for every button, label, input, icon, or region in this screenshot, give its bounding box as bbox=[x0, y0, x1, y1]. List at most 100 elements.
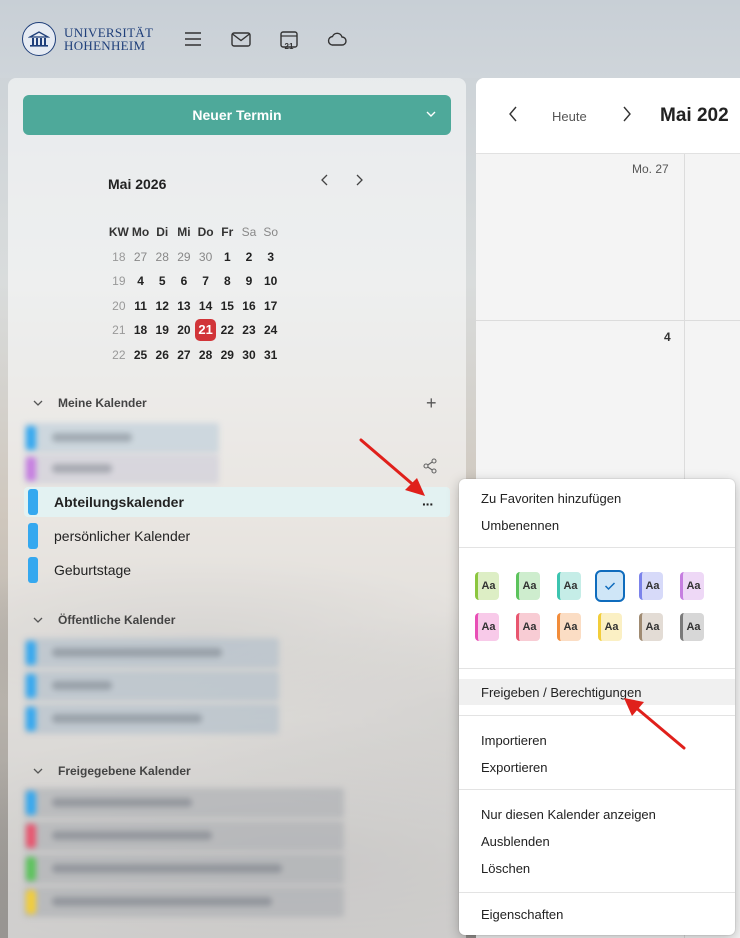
week-number[interactable]: 18 bbox=[108, 250, 130, 264]
week-number[interactable]: 22 bbox=[108, 348, 130, 362]
blurred-calendar-item[interactable] bbox=[24, 887, 344, 917]
color-swatch[interactable]: Aa bbox=[639, 613, 663, 641]
mini-calendar-day[interactable]: 28 bbox=[195, 348, 217, 362]
blurred-calendar-item[interactable] bbox=[24, 638, 279, 668]
color-swatch-selected[interactable] bbox=[595, 570, 625, 602]
day-cell-label[interactable]: 4 bbox=[664, 330, 671, 344]
mail-icon[interactable] bbox=[228, 28, 254, 50]
mini-calendar-day[interactable]: 22 bbox=[216, 323, 238, 337]
chevron-down-icon[interactable] bbox=[32, 398, 44, 408]
blurred-calendar-item[interactable] bbox=[24, 704, 279, 734]
mini-calendar-day[interactable]: 15 bbox=[216, 299, 238, 313]
section-my-calendars[interactable]: Meine Kalender bbox=[32, 396, 147, 410]
next-period-icon[interactable] bbox=[622, 106, 632, 125]
share-icon[interactable] bbox=[422, 458, 438, 477]
mini-calendar-day[interactable]: 2 bbox=[238, 250, 260, 264]
mini-calendar-day[interactable]: 17 bbox=[260, 299, 282, 313]
menu-item-add-favorite[interactable]: Zu Favoriten hinzufügen bbox=[481, 491, 621, 506]
calendar-toolbar: Heute Mai 202 bbox=[476, 78, 740, 154]
mini-calendar-week-row: 21 18 19 20 21 22 23 24 bbox=[108, 318, 282, 343]
week-number[interactable]: 20 bbox=[108, 299, 130, 313]
mini-calendar-day[interactable]: 12 bbox=[151, 299, 173, 313]
blurred-calendar-item[interactable] bbox=[24, 671, 279, 701]
blurred-calendar-item[interactable] bbox=[24, 788, 344, 818]
mini-calendar-day[interactable]: 16 bbox=[238, 299, 260, 313]
mini-calendar-day[interactable]: 9 bbox=[238, 274, 260, 288]
menu-item-share-permissions[interactable]: Freigeben / Berechtigungen bbox=[481, 685, 641, 700]
calendar-item-birthdays[interactable]: Geburtstage bbox=[24, 555, 450, 585]
blurred-calendar-item[interactable] bbox=[24, 821, 344, 851]
mini-calendar-day[interactable]: 30 bbox=[238, 348, 260, 362]
calendar-color-swatch bbox=[28, 489, 38, 515]
mini-calendar-day[interactable]: 10 bbox=[260, 274, 282, 288]
menu-item-export[interactable]: Exportieren bbox=[481, 760, 547, 775]
mini-calendar-day[interactable]: 19 bbox=[151, 323, 173, 337]
mini-calendar-day[interactable]: 29 bbox=[216, 348, 238, 362]
chevron-down-icon[interactable] bbox=[32, 766, 44, 776]
mini-calendar-day[interactable]: 18 bbox=[130, 323, 152, 337]
calendar-item-abteilungskalender[interactable]: Abteilungskalender bbox=[24, 487, 450, 517]
menu-item-delete[interactable]: Löschen bbox=[481, 861, 530, 876]
week-number[interactable]: 19 bbox=[108, 274, 130, 288]
day-cell-label[interactable]: Mo. 27 bbox=[632, 162, 669, 176]
color-swatch[interactable]: Aa bbox=[680, 572, 704, 600]
mini-calendar-day[interactable]: 13 bbox=[173, 299, 195, 313]
mini-calendar-day[interactable]: 23 bbox=[238, 323, 260, 337]
color-swatch[interactable]: Aa bbox=[598, 613, 622, 641]
add-calendar-icon[interactable]: + bbox=[426, 393, 437, 414]
menu-item-import[interactable]: Importieren bbox=[481, 733, 547, 748]
mini-calendar-next-icon[interactable] bbox=[352, 174, 366, 186]
menu-item-properties[interactable]: Eigenschaften bbox=[481, 907, 563, 922]
mini-calendar-day[interactable]: 1 bbox=[216, 250, 238, 264]
section-public-calendars[interactable]: Öffentliche Kalender bbox=[32, 613, 175, 627]
prev-period-icon[interactable] bbox=[508, 106, 518, 125]
mini-calendar-day[interactable]: 27 bbox=[173, 348, 195, 362]
color-swatch[interactable]: Aa bbox=[639, 572, 663, 600]
hamburger-menu-icon[interactable] bbox=[180, 28, 206, 50]
chevron-down-icon[interactable] bbox=[32, 615, 44, 625]
menu-item-hide[interactable]: Ausblenden bbox=[481, 834, 550, 849]
university-logo[interactable]: UNIVERSITÄT HOHENHEIM bbox=[22, 22, 153, 56]
color-swatch[interactable]: Aa bbox=[475, 572, 499, 600]
mini-calendar-day[interactable]: 24 bbox=[260, 323, 282, 337]
mini-calendar-day[interactable]: 5 bbox=[151, 274, 173, 288]
new-event-button[interactable]: Neuer Termin bbox=[23, 95, 451, 135]
blurred-calendar-item[interactable] bbox=[24, 454, 219, 484]
mini-calendar-day[interactable]: 27 bbox=[130, 250, 152, 264]
mini-calendar-prev-icon[interactable] bbox=[318, 174, 332, 186]
mini-calendar-day[interactable]: 11 bbox=[130, 299, 152, 313]
calendar-icon[interactable]: 21 bbox=[276, 28, 302, 51]
mini-calendar-day[interactable]: 30 bbox=[195, 250, 217, 264]
mini-calendar-day[interactable]: 20 bbox=[173, 323, 195, 337]
mini-calendar-today[interactable]: 21 bbox=[194, 319, 217, 342]
chevron-down-icon[interactable] bbox=[425, 107, 437, 123]
color-swatch[interactable]: Aa bbox=[475, 613, 499, 641]
today-button[interactable]: Heute bbox=[552, 109, 587, 124]
color-swatch[interactable]: Aa bbox=[557, 572, 581, 600]
section-shared-calendars[interactable]: Freigegebene Kalender bbox=[32, 764, 191, 778]
mini-calendar-day[interactable]: 4 bbox=[130, 274, 152, 288]
mini-calendar-day[interactable]: 29 bbox=[173, 250, 195, 264]
mini-calendar-day[interactable]: 26 bbox=[151, 348, 173, 362]
color-swatch[interactable]: Aa bbox=[516, 572, 540, 600]
mini-calendar-day[interactable]: 14 bbox=[195, 299, 217, 313]
week-number[interactable]: 21 bbox=[108, 323, 130, 337]
mini-calendar-day[interactable]: 25 bbox=[130, 348, 152, 362]
mini-calendar-day[interactable]: 31 bbox=[260, 348, 282, 362]
menu-item-rename[interactable]: Umbenennen bbox=[481, 518, 559, 533]
cloud-icon[interactable] bbox=[324, 28, 350, 50]
menu-item-show-only-this[interactable]: Nur diesen Kalender anzeigen bbox=[481, 807, 656, 822]
blurred-calendar-item[interactable] bbox=[24, 854, 344, 884]
mini-calendar-day[interactable]: 7 bbox=[195, 274, 217, 288]
color-swatch[interactable]: Aa bbox=[680, 613, 704, 641]
color-swatch[interactable]: Aa bbox=[557, 613, 581, 641]
mini-calendar-day[interactable]: 8 bbox=[216, 274, 238, 288]
mini-calendar-day[interactable]: 28 bbox=[151, 250, 173, 264]
blurred-calendar-item[interactable] bbox=[24, 423, 219, 453]
mini-calendar-day[interactable]: 6 bbox=[173, 274, 195, 288]
color-swatch[interactable]: Aa bbox=[516, 613, 540, 641]
calendar-item-label: Geburtstage bbox=[54, 562, 132, 578]
mini-calendar-day[interactable]: 3 bbox=[260, 250, 282, 264]
more-options-icon[interactable]: ··· bbox=[422, 496, 434, 512]
calendar-item-personal[interactable]: persönlicher Kalender bbox=[24, 521, 450, 551]
